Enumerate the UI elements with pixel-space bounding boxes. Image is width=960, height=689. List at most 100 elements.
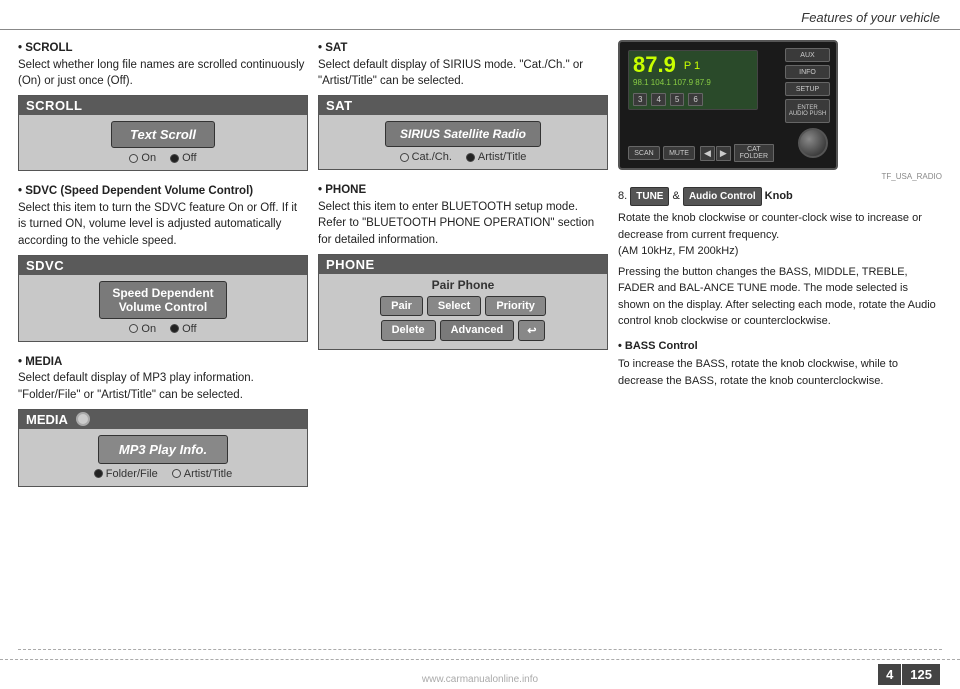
phone-panel-header: PHONE xyxy=(319,255,607,274)
freq-sub: 98.1 104.1 107.9 87.9 xyxy=(633,78,753,87)
amp-text: & xyxy=(673,190,683,202)
num4-button[interactable]: 4 xyxy=(651,93,665,106)
section-8-heading: 8. TUNE & Audio Control Knob xyxy=(618,187,942,206)
select-button[interactable]: Select xyxy=(427,296,481,316)
info-button[interactable]: INFO xyxy=(785,65,830,79)
sat-cat-circle xyxy=(400,153,409,162)
sat-artist-option[interactable]: Artist/Title xyxy=(466,151,527,163)
para1-text: Rotate the knob clockwise or counter-clo… xyxy=(618,212,922,241)
knob-label: Knob xyxy=(765,190,793,202)
media-description: Select default display of MP3 play infor… xyxy=(18,372,254,401)
phone-panel-body: Pair Phone Pair Select Priority Delete A… xyxy=(319,274,607,349)
sat-panel-body: SIRIUS Satellite Radio Cat./Ch. Artist/T… xyxy=(319,115,607,169)
sdvc-panel-body: Speed Dependent Volume Control On Off xyxy=(19,275,307,341)
middle-column: • SAT Select default display of SIRIUS m… xyxy=(318,40,608,649)
media-panel-body: MP3 Play Info. Folder/File Artist/Title xyxy=(19,429,307,486)
radio-right-buttons: AUX INFO SETUP ENTER AUDIO PUSH xyxy=(785,48,830,123)
sat-label: • SAT xyxy=(318,42,347,54)
back-button[interactable]: ↩ xyxy=(518,320,545,341)
bass-desc: To increase the BASS, rotate the knob cl… xyxy=(618,356,942,389)
sat-description: Select default display of SIRIUS mode. "… xyxy=(318,59,583,88)
sat-section: • SAT Select default display of SIRIUS m… xyxy=(318,40,608,90)
scroll-on-option[interactable]: On xyxy=(129,152,156,164)
radio-display: 87.9 P 1 98.1 104.1 107.9 87.9 3 4 5 6 xyxy=(628,50,758,110)
phone-description: Select this item to enter BLUETOOTH setu… xyxy=(318,201,594,246)
phone-panel: PHONE Pair Phone Pair Select Priority De… xyxy=(318,254,608,350)
right-column: 87.9 P 1 98.1 104.1 107.9 87.9 3 4 5 6 A… xyxy=(618,40,942,649)
scan-button[interactable]: SCAN xyxy=(628,146,660,160)
media-radio-row: Folder/File Artist/Title xyxy=(94,468,232,480)
sdvc-line2: Volume Control xyxy=(112,300,213,314)
sat-cat-option[interactable]: Cat./Ch. xyxy=(400,151,452,163)
sdvc-section: • SDVC (Speed Dependent Volume Control) … xyxy=(18,183,308,250)
audio-badge: Audio Control xyxy=(683,187,762,206)
phone-bottom-buttons: Delete Advanced ↩ xyxy=(325,320,601,341)
audio-push-label: AUDIO PUSH xyxy=(789,111,826,117)
pair-button[interactable]: Pair xyxy=(380,296,423,316)
sdvc-panel-header: SDVC xyxy=(19,256,307,275)
frequency-display: 87.9 xyxy=(633,54,676,76)
sdvc-radio-row: On Off xyxy=(129,323,196,335)
footer-divider xyxy=(18,649,942,650)
page-num-right: 125 xyxy=(902,664,940,685)
sirius-button[interactable]: SIRIUS Satellite Radio xyxy=(385,121,541,147)
advanced-button[interactable]: Advanced xyxy=(440,320,515,341)
aux-button[interactable]: AUX xyxy=(785,48,830,62)
cat-folder-button[interactable]: CAT FOLDER xyxy=(734,144,774,162)
scroll-panel: SCROLL Text Scroll On Off xyxy=(18,95,308,171)
num3-button[interactable]: 3 xyxy=(633,93,647,106)
num5-button[interactable]: 5 xyxy=(670,93,684,106)
page-title: Features of your vehicle xyxy=(801,10,940,25)
scroll-radio-row: On Off xyxy=(129,152,196,164)
radio-bottom-buttons: SCAN MUTE ◀ ▶ CAT FOLDER xyxy=(628,144,774,162)
section-8-para2: Pressing the button changes the BASS, MI… xyxy=(618,264,942,330)
watermark: www.carmanualonline.info xyxy=(422,674,538,685)
media-label: • MEDIA xyxy=(18,356,62,368)
next-button[interactable]: ▶ xyxy=(716,146,731,161)
sdvc-off-option[interactable]: Off xyxy=(170,323,196,335)
enter-audio-button[interactable]: ENTER AUDIO PUSH xyxy=(785,99,830,123)
num6-button[interactable]: 6 xyxy=(688,93,702,106)
arrow-buttons: ◀ ▶ xyxy=(700,146,731,161)
page-number: 4 125 xyxy=(878,664,940,685)
sdvc-button[interactable]: Speed Dependent Volume Control xyxy=(99,281,226,319)
phone-top-buttons: Pair Select Priority xyxy=(325,296,601,316)
setup-button[interactable]: SETUP xyxy=(785,82,830,96)
media-panel: MEDIA MP3 Play Info. Folder/File Artist/… xyxy=(18,409,308,487)
radio-image: 87.9 P 1 98.1 104.1 107.9 87.9 3 4 5 6 A… xyxy=(618,40,838,170)
sdvc-line1: Speed Dependent xyxy=(112,286,213,300)
sat-cat-label: Cat./Ch. xyxy=(412,151,452,163)
tune-knob[interactable] xyxy=(798,128,828,158)
priority-button[interactable]: Priority xyxy=(485,296,546,316)
scroll-on-circle xyxy=(129,154,138,163)
media-folder-circle xyxy=(94,469,103,478)
radio-image-label: TF_USA_RADIO xyxy=(618,172,942,181)
scroll-description: Select whether long file names are scrol… xyxy=(18,59,304,88)
section-8: 8. TUNE & Audio Control Knob Rotate the … xyxy=(618,187,942,389)
mute-button[interactable]: MUTE xyxy=(663,146,695,160)
sdvc-on-label: On xyxy=(141,323,156,335)
media-folder-label: Folder/File xyxy=(106,468,158,480)
phone-pair-title: Pair Phone xyxy=(325,278,601,292)
sdvc-panel: SDVC Speed Dependent Volume Control On O… xyxy=(18,255,308,342)
scroll-off-option[interactable]: Off xyxy=(170,152,196,164)
scroll-on-label: On xyxy=(141,152,156,164)
sat-artist-label: Artist/Title xyxy=(478,151,527,163)
phone-label: • PHONE xyxy=(318,184,366,196)
prev-button[interactable]: ◀ xyxy=(700,146,715,161)
sdvc-label: • SDVC (Speed Dependent Volume Control) xyxy=(18,185,253,197)
sdvc-on-option[interactable]: On xyxy=(129,323,156,335)
media-artist-option[interactable]: Artist/Title xyxy=(172,468,233,480)
media-panel-title: MEDIA xyxy=(26,412,68,427)
text-scroll-button[interactable]: Text Scroll xyxy=(111,121,215,148)
mp3-button[interactable]: MP3 Play Info. xyxy=(98,435,228,464)
para1b-text: (AM 10kHz, FM 200kHz) xyxy=(618,245,738,257)
scroll-panel-header: SCROLL xyxy=(19,96,307,115)
main-content: • SCROLL Select whether long file names … xyxy=(0,30,960,649)
delete-button[interactable]: Delete xyxy=(381,320,436,341)
media-section: • MEDIA Select default display of MP3 pl… xyxy=(18,354,308,404)
media-folder-option[interactable]: Folder/File xyxy=(94,468,158,480)
left-column: • SCROLL Select whether long file names … xyxy=(18,40,308,649)
page-header: Features of your vehicle xyxy=(0,0,960,30)
tune-badge: TUNE xyxy=(630,187,669,206)
